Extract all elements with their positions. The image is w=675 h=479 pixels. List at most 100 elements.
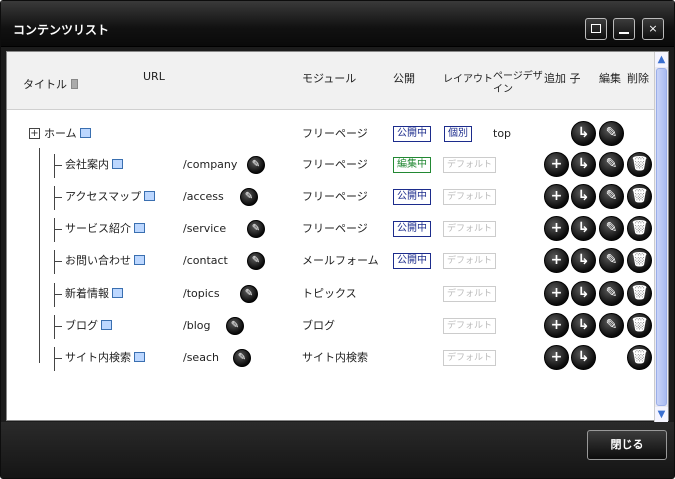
add-child-button[interactable]: ↳	[571, 313, 596, 338]
tree-branch	[54, 326, 62, 327]
layout-badge[interactable]: デフォルト	[443, 221, 497, 237]
edit-url-icon[interactable]: ✎	[247, 252, 265, 270]
maximize-button[interactable]	[585, 18, 607, 40]
edit-button[interactable]: ✎	[599, 248, 624, 273]
row-url: /company	[183, 158, 238, 171]
add-button[interactable]: +	[544, 345, 569, 370]
row-title[interactable]: 会社案内	[65, 149, 123, 181]
layout-badge[interactable]: デフォルト	[443, 286, 497, 302]
layout-badge[interactable]: デフォルト	[443, 189, 497, 205]
layout-badge[interactable]: 個別	[444, 126, 472, 142]
edit-button[interactable]: ✎	[599, 152, 624, 177]
layout-badge[interactable]: デフォルト	[443, 318, 497, 334]
page-copy-icon[interactable]	[144, 191, 156, 201]
expand-toggle-icon[interactable]: +	[29, 128, 40, 139]
content-list-window: コンテンツリスト × タイトル URL モジュール 公開 レイアウト ページデザ…	[0, 0, 675, 479]
row-title-label[interactable]: アクセスマップ	[65, 190, 141, 203]
edit-url-icon[interactable]: ✎	[240, 285, 258, 303]
add-child-button[interactable]: ↳	[571, 121, 596, 146]
layout-badge[interactable]: デフォルト	[443, 157, 497, 173]
delete-button[interactable]: 🗑	[627, 216, 652, 241]
row-title[interactable]: サービス紹介	[65, 213, 145, 245]
status-badge[interactable]: 公開中	[393, 221, 431, 237]
add-child-button[interactable]: ↳	[571, 184, 596, 209]
close-icon: ×	[648, 22, 658, 35]
row-title-label[interactable]: お問い合わせ	[65, 254, 131, 267]
edit-url-icon[interactable]: ✎	[247, 220, 265, 238]
page-copy-icon[interactable]	[134, 352, 145, 362]
add-child-button[interactable]: ↳	[571, 281, 596, 306]
add-child-button[interactable]: ↳	[571, 216, 596, 241]
close-button[interactable]: 閉じる	[587, 430, 667, 460]
trash-icon: 🗑	[630, 317, 649, 333]
status-badge[interactable]: 公開中	[393, 126, 431, 142]
edit-button[interactable]: ✎	[599, 281, 624, 306]
row-title[interactable]: アクセスマップ	[65, 181, 156, 213]
edit-button[interactable]: ✎	[599, 313, 624, 338]
row-url: /seach	[183, 351, 219, 364]
close-window-button[interactable]: ×	[642, 18, 664, 40]
edit-url-icon[interactable]: ✎	[247, 156, 265, 174]
page-copy-icon[interactable]	[79, 128, 91, 138]
status-badge[interactable]: 公開中	[393, 189, 431, 205]
add-child-icon: ↳	[577, 349, 590, 365]
vertical-scrollbar[interactable]: ▲ ▼	[654, 52, 668, 422]
add-icon: +	[550, 349, 563, 365]
delete-button[interactable]: 🗑	[627, 248, 652, 273]
add-child-button[interactable]: ↳	[571, 345, 596, 370]
scroll-thumb[interactable]	[656, 68, 667, 406]
edit-icon: ✎	[605, 317, 618, 333]
row-title[interactable]: サイト内検索	[65, 342, 145, 374]
add-button[interactable]: +	[544, 184, 569, 209]
scroll-down-icon[interactable]: ▼	[655, 407, 668, 422]
add-button[interactable]: +	[544, 216, 569, 241]
row-title-label[interactable]: サイト内検索	[65, 351, 131, 364]
row-title-label[interactable]: ブログ	[65, 319, 98, 332]
edit-url-icon[interactable]: ✎	[240, 188, 258, 206]
edit-button[interactable]: ✎	[599, 121, 624, 146]
page-copy-icon[interactable]	[112, 159, 123, 169]
add-child-button[interactable]: ↳	[571, 248, 596, 273]
delete-button[interactable]: 🗑	[627, 184, 652, 209]
row-title[interactable]: お問い合わせ	[65, 245, 145, 277]
document-icon[interactable]	[71, 79, 78, 89]
edit-button[interactable]: ✎	[599, 184, 624, 209]
delete-button[interactable]: 🗑	[627, 152, 652, 177]
add-child-icon: ↳	[577, 252, 590, 268]
row-title-label[interactable]: 新着情報	[65, 287, 109, 300]
row-title-label[interactable]: サービス紹介	[65, 222, 131, 235]
add-child-icon: ↳	[577, 125, 590, 141]
page-copy-icon[interactable]	[101, 320, 112, 330]
status-badge[interactable]: 編集中	[393, 157, 431, 173]
add-child-button[interactable]: ↳	[571, 152, 596, 177]
add-button[interactable]: +	[544, 152, 569, 177]
add-button[interactable]: +	[544, 313, 569, 338]
delete-button[interactable]: 🗑	[627, 313, 652, 338]
add-button[interactable]: +	[544, 281, 569, 306]
table-header: タイトル URL モジュール 公開 レイアウト ページデザイン 追加 子 編集 …	[7, 52, 655, 110]
trash-icon: 🗑	[630, 252, 649, 268]
row-title-label[interactable]: ホーム	[44, 127, 77, 140]
title-bar: コンテンツリスト ×	[1, 1, 674, 47]
edit-url-icon[interactable]: ✎	[233, 349, 251, 367]
delete-button[interactable]: 🗑	[627, 345, 652, 370]
delete-button[interactable]: 🗑	[627, 281, 652, 306]
status-badge[interactable]: 公開中	[393, 253, 431, 269]
row-title-label[interactable]: 会社案内	[65, 158, 109, 171]
add-child-icon: ↳	[577, 220, 590, 236]
add-child-icon: ↳	[577, 188, 590, 204]
edit-button[interactable]: ✎	[599, 216, 624, 241]
minimize-button[interactable]	[613, 18, 635, 40]
layout-badge[interactable]: デフォルト	[443, 253, 497, 269]
scroll-up-icon[interactable]: ▲	[655, 52, 668, 67]
edit-url-icon[interactable]: ✎	[226, 317, 244, 335]
layout-badge[interactable]: デフォルト	[443, 350, 497, 366]
add-icon: +	[550, 156, 563, 172]
page-copy-icon[interactable]	[134, 255, 145, 265]
page-copy-icon[interactable]	[112, 288, 123, 298]
row-title[interactable]: 新着情報	[65, 278, 123, 310]
page-copy-icon[interactable]	[134, 223, 145, 233]
row-title[interactable]: ホーム	[44, 118, 91, 150]
add-button[interactable]: +	[544, 248, 569, 273]
row-title[interactable]: ブログ	[65, 310, 112, 342]
